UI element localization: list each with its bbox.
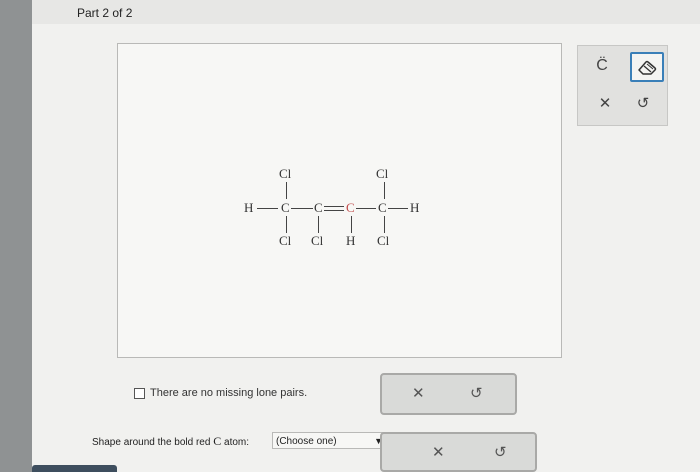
atom-c2[interactable]: C [314,201,323,215]
answer-action-panel: ✕ ↺ [380,373,517,415]
atom-cl-top-4[interactable]: Cl [376,167,388,181]
bond-c3-h-bottom[interactable] [351,216,352,233]
bond-c2-c3-b[interactable] [324,210,344,211]
molecule: Cl Cl H C C C C H Cl Cl H Cl [118,44,561,357]
bond-h-c1[interactable] [257,208,278,209]
atom-c1[interactable]: C [281,201,290,215]
bond-c1-c2[interactable] [291,208,313,209]
part-label: Part 2 of 2 [77,6,133,20]
shape-question-label: Shape around the bold red C atom: [92,434,250,448]
no-missing-lone-pairs-label: There are no missing lone pairs. [150,387,308,399]
shape-select-value: (Choose one) [276,436,337,447]
drawing-canvas[interactable]: Cl Cl H C C C C H Cl Cl H Cl [117,43,562,358]
bond-c4-cl-top[interactable] [384,182,385,199]
shape-select[interactable]: (Choose one) ▼ [272,432,387,449]
lone-pair-tool[interactable]: C̈ [590,54,614,78]
atom-c3-red[interactable]: C [346,201,355,215]
toolbox-clear-button[interactable]: ✕ [596,94,614,112]
bottom-tab[interactable] [32,465,117,472]
eraser-tool[interactable] [630,52,664,82]
atom-cl-bottom-1[interactable]: Cl [279,234,291,248]
atom-h-bottom-3[interactable]: H [346,234,355,248]
undo-answer-button[interactable]: ↺ [470,384,483,402]
drawing-toolbox: C̈ ✕ ↺ [577,45,668,126]
no-missing-lone-pairs-option[interactable]: There are no missing lone pairs. [134,387,307,399]
clear-shape-button[interactable]: ✕ [432,443,445,461]
atom-cl-bottom-4[interactable]: Cl [377,234,389,248]
eraser-icon [638,60,657,75]
no-missing-lone-pairs-checkbox[interactable] [134,387,145,399]
shape-action-panel: ✕ ↺ [380,432,537,472]
bond-c4-cl-bottom[interactable] [384,216,385,233]
bond-c1-cl-bottom[interactable] [286,216,287,233]
atom-h-left[interactable]: H [244,201,253,215]
atom-cl-bottom-2[interactable]: Cl [311,234,323,248]
undo-shape-button[interactable]: ↺ [494,443,507,461]
atom-cl-top-1[interactable]: Cl [279,167,291,181]
page: Part 2 of 2 Cl Cl H C C C C H Cl Cl H Cl… [32,0,700,472]
atom-h-right[interactable]: H [410,201,419,215]
bond-c2-cl-bottom[interactable] [318,216,319,233]
bond-c2-c3-a[interactable] [324,206,344,207]
bond-c3-c4[interactable] [356,208,376,209]
bond-c4-h[interactable] [388,208,408,209]
atom-c4[interactable]: C [378,201,387,215]
bond-c1-cl-top[interactable] [286,182,287,199]
toolbox-undo-button[interactable]: ↺ [634,94,652,112]
clear-answer-button[interactable]: ✕ [412,384,425,402]
header-bar: Part 2 of 2 [32,0,700,24]
